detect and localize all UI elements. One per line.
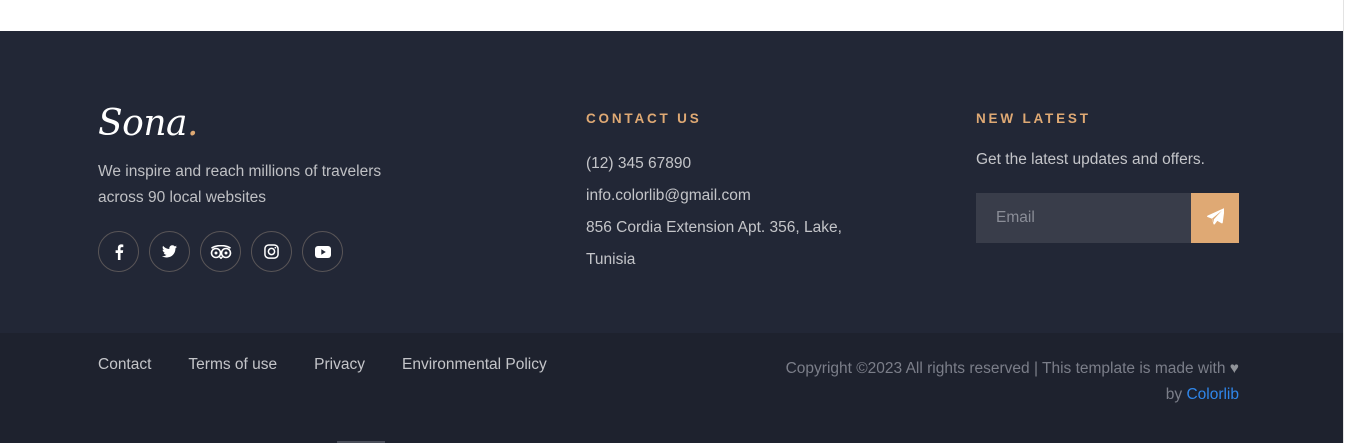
newsletter-heading: NEW LATEST bbox=[976, 111, 1091, 126]
page-top-area bbox=[0, 0, 1346, 31]
brand-dot: . bbox=[186, 103, 198, 144]
copyright-text: Copyright ©2023 All rights reserved | Th… bbox=[785, 360, 1226, 377]
twitter-link[interactable] bbox=[149, 231, 190, 272]
footer-link-terms[interactable]: Terms of use bbox=[188, 356, 277, 374]
newsletter-form bbox=[976, 193, 1239, 243]
footer-links: Contact Terms of use Privacy Environment… bbox=[98, 356, 547, 374]
facebook-icon bbox=[114, 243, 124, 260]
contact-address-line1: 856 Cordia Extension Apt. 356, Lake, bbox=[586, 219, 842, 236]
footer-link-contact[interactable]: Contact bbox=[98, 356, 151, 374]
footer-link-environmental-policy[interactable]: Environmental Policy bbox=[402, 356, 547, 374]
tripadvisor-icon bbox=[210, 244, 232, 259]
facebook-link[interactable] bbox=[98, 231, 139, 272]
twitter-icon bbox=[162, 245, 177, 258]
brand-name: Sona bbox=[98, 103, 187, 144]
brand-description-line1: We inspire and reach millions of travele… bbox=[98, 163, 382, 180]
contact-phone: (12) 345 67890 bbox=[586, 155, 692, 172]
copyright-line1: Copyright ©2023 All rights reserved | Th… bbox=[700, 356, 1239, 382]
youtube-icon bbox=[314, 245, 331, 258]
contact-heading: CONTACT US bbox=[586, 111, 702, 126]
contact-address-line2: Tunisia bbox=[586, 251, 636, 268]
copyright-by: by bbox=[1165, 386, 1183, 403]
brand-description: We inspire and reach millions of travele… bbox=[98, 159, 398, 211]
heart-icon: ♥ bbox=[1229, 360, 1239, 377]
newsletter-email-input[interactable] bbox=[976, 193, 1191, 243]
tripadvisor-link[interactable] bbox=[200, 231, 241, 272]
brand-logo[interactable]: Sona. bbox=[98, 103, 198, 144]
copyright-line2: by Colorlib bbox=[700, 382, 1239, 408]
contact-details: (12) 345 67890 info.colorlib@gmail.com 8… bbox=[586, 148, 886, 276]
copyright-notice: Copyright ©2023 All rights reserved | Th… bbox=[700, 356, 1239, 408]
scrollbar-divider bbox=[1343, 0, 1344, 443]
instagram-icon bbox=[264, 244, 279, 259]
paper-plane-icon bbox=[1206, 208, 1225, 228]
instagram-link[interactable] bbox=[251, 231, 292, 272]
newsletter-send-button[interactable] bbox=[1191, 193, 1239, 243]
social-links bbox=[98, 231, 343, 272]
colorlib-link[interactable]: Colorlib bbox=[1186, 386, 1239, 403]
contact-email: info.colorlib@gmail.com bbox=[586, 187, 751, 204]
brand-description-line2: across 90 local websites bbox=[98, 189, 266, 206]
newsletter-text: Get the latest updates and offers. bbox=[976, 151, 1205, 168]
youtube-link[interactable] bbox=[302, 231, 343, 272]
footer-link-privacy[interactable]: Privacy bbox=[314, 356, 365, 374]
